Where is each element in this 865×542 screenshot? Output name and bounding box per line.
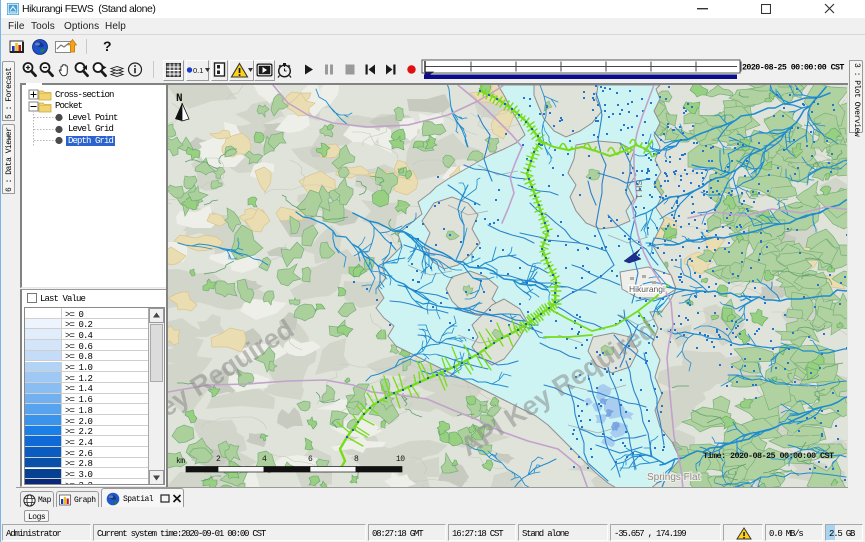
svg-text:Springs Flat: Springs Flat [647, 472, 701, 483]
svg-text:km: km [176, 457, 185, 466]
svg-text:8: 8 [354, 455, 359, 464]
svg-text:SH 1: SH 1 [634, 180, 644, 199]
svg-text:Time: 2020-08-25 00:00:00 CST: Time: 2020-08-25 00:00:00 CST [703, 451, 834, 461]
svg-text:6: 6 [308, 455, 313, 464]
svg-text:Hikurangi: Hikurangi [629, 284, 665, 294]
svg-text:2: 2 [216, 455, 221, 464]
svg-text:10: 10 [396, 455, 405, 464]
svg-text:2020-08-25 00:00:00 CST: 2020-08-25 00:00:00 CST [742, 64, 844, 73]
svg-text:4: 4 [262, 455, 267, 464]
svg-text:0.1: 0.1 [193, 66, 203, 75]
